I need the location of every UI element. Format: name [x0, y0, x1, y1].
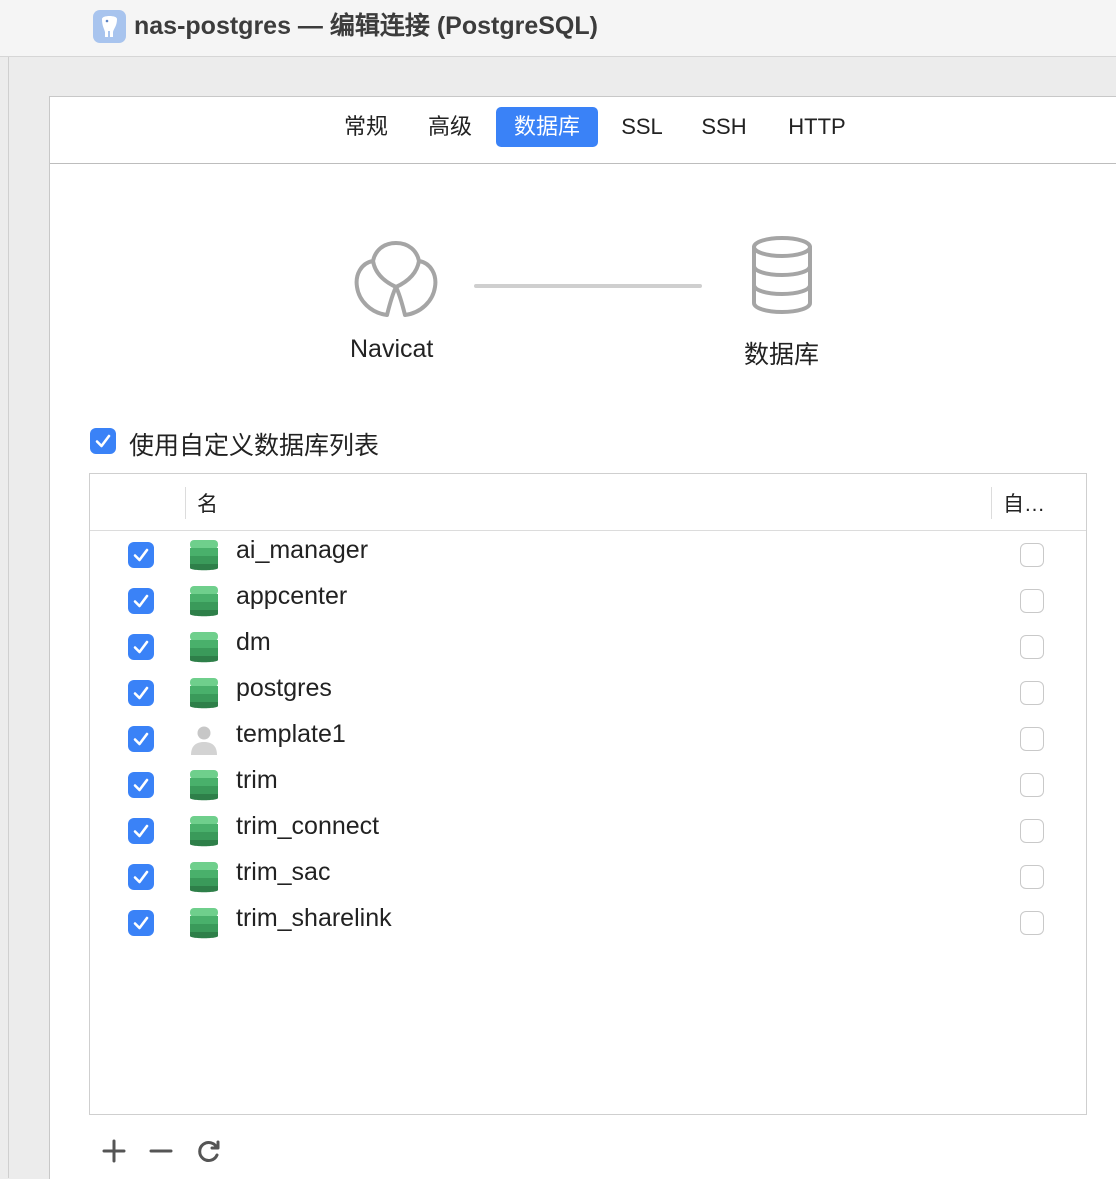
left-sidebar-edge [0, 57, 9, 1178]
table-row[interactable]: trim_connect [90, 808, 1086, 854]
database-icon [190, 908, 218, 939]
database-icon [190, 540, 218, 571]
window-title: nas-postgres — 编辑连接 (PostgreSQL) [134, 12, 598, 40]
table-row[interactable]: trim [90, 762, 1086, 808]
database-label: 数据库 [744, 341, 820, 369]
database-name: trim_sac [236, 858, 331, 886]
refresh-icon[interactable] [194, 1136, 224, 1166]
row-checkbox[interactable] [128, 772, 154, 798]
row-checkbox[interactable] [128, 910, 154, 936]
auto-checkbox[interactable] [1020, 681, 1044, 705]
navicat-label: Navicat [350, 335, 434, 363]
auto-checkbox[interactable] [1020, 911, 1044, 935]
database-name: postgres [236, 674, 332, 702]
auto-checkbox[interactable] [1020, 727, 1044, 751]
custom-db-list-label: 使用自定义数据库列表 [129, 432, 380, 460]
database-name: trim_sharelink [236, 904, 392, 932]
row-checkbox[interactable] [128, 818, 154, 844]
database-icon [190, 632, 218, 663]
tab-bar: 常规 高级 数据库 SSL SSH HTTP [50, 97, 1116, 164]
auto-checkbox[interactable] [1020, 773, 1044, 797]
auto-checkbox[interactable] [1020, 819, 1044, 843]
auto-checkbox[interactable] [1020, 865, 1044, 889]
database-name: trim [236, 766, 278, 794]
postgresql-elephant-icon [93, 10, 126, 43]
column-auto-header[interactable]: 自… [1003, 488, 1045, 518]
column-divider [185, 487, 186, 519]
user-icon [191, 726, 217, 755]
table-row[interactable]: trim_sharelink [90, 900, 1086, 946]
minus-icon[interactable] [146, 1136, 176, 1166]
auto-checkbox[interactable] [1020, 635, 1044, 659]
database-icon [190, 770, 218, 801]
title-bar: nas-postgres — 编辑连接 (PostgreSQL) [0, 0, 1116, 57]
database-name: ai_manager [236, 536, 369, 564]
row-checkbox[interactable] [128, 634, 154, 660]
table-row[interactable]: template1 [90, 716, 1086, 762]
navicat-logo-icon [354, 241, 438, 317]
table-header: 名 自… [90, 474, 1086, 531]
table-row[interactable]: ai_manager [90, 532, 1086, 578]
tab-ssh[interactable]: SSH [692, 107, 756, 147]
tab-databases[interactable]: 数据库 [496, 107, 598, 147]
row-checkbox[interactable] [128, 680, 154, 706]
database-icon [190, 678, 218, 709]
auto-checkbox[interactable] [1020, 543, 1044, 567]
database-name: template1 [236, 720, 346, 748]
column-name-header[interactable]: 名 [197, 488, 218, 518]
database-name: trim_connect [236, 812, 380, 840]
connection-line [474, 284, 702, 288]
row-checkbox[interactable] [128, 864, 154, 890]
tab-advanced[interactable]: 高级 [420, 107, 480, 147]
tab-ssl[interactable]: SSL [612, 107, 672, 147]
row-checkbox[interactable] [128, 726, 154, 752]
tab-http[interactable]: HTTP [778, 107, 856, 147]
row-checkbox[interactable] [128, 542, 154, 568]
database-icon [190, 816, 218, 847]
database-name: dm [236, 628, 271, 656]
table-row[interactable]: dm [90, 624, 1086, 670]
row-checkbox[interactable] [128, 588, 154, 614]
column-divider [991, 487, 992, 519]
database-icon [190, 862, 218, 893]
table-row[interactable]: trim_sac [90, 854, 1086, 900]
auto-checkbox[interactable] [1020, 589, 1044, 613]
connection-panel: 常规 高级 数据库 SSL SSH HTTP Navicat 数据库 使用自定义… [49, 96, 1116, 1179]
database-name: appcenter [236, 582, 348, 610]
plus-icon[interactable] [99, 1136, 129, 1166]
tab-general[interactable]: 常规 [336, 107, 396, 147]
custom-db-list-checkbox[interactable] [90, 428, 116, 454]
table-row[interactable]: postgres [90, 670, 1086, 716]
database-table: 名 自… ai_manager appcenter dm postgres te… [89, 473, 1087, 1115]
table-row[interactable]: appcenter [90, 578, 1086, 624]
database-icon [752, 236, 812, 315]
database-icon [190, 586, 218, 617]
